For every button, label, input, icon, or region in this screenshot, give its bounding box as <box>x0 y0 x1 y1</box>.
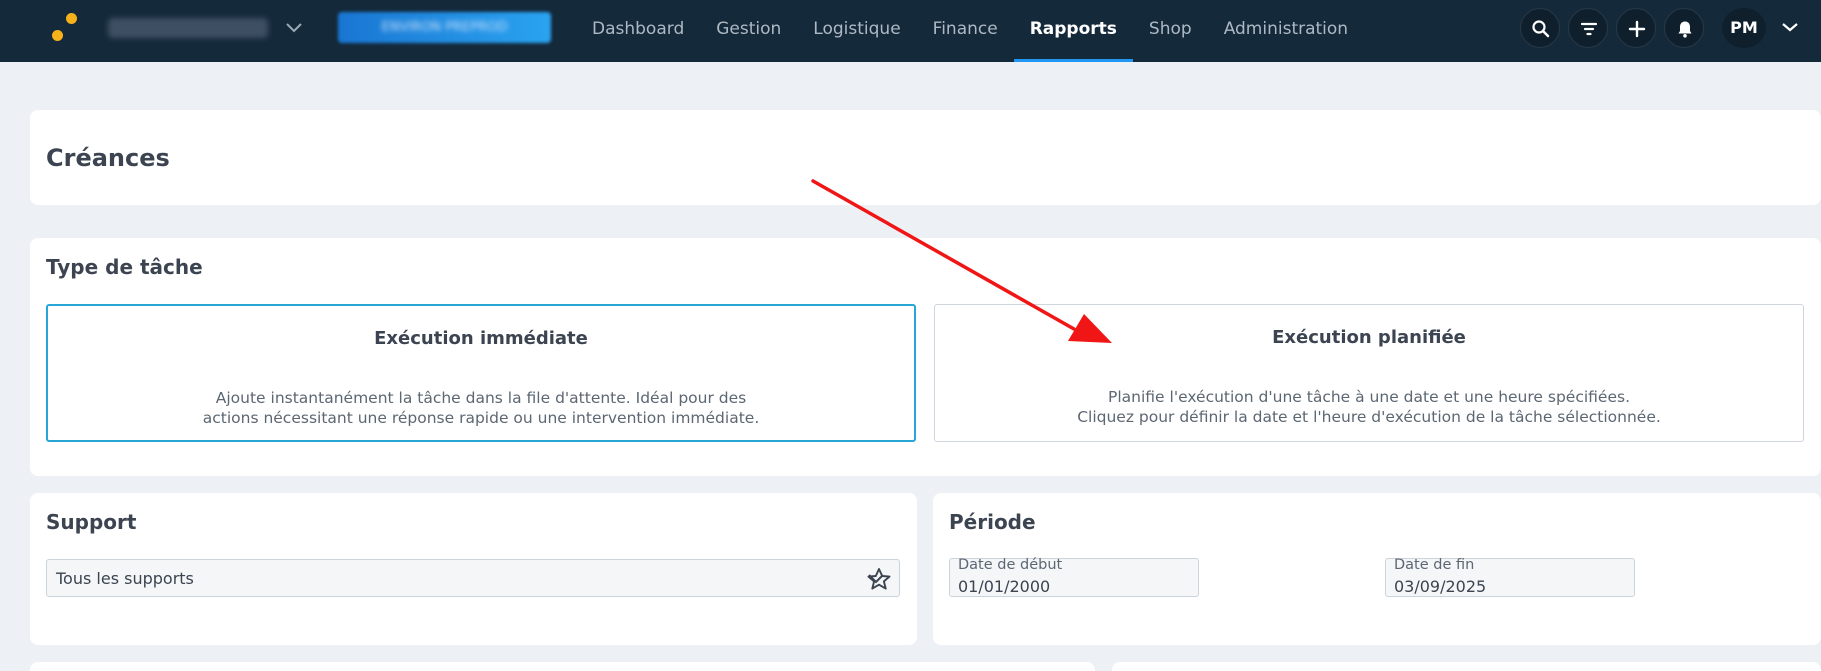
end-date-label: Date de fin <box>1394 557 1475 573</box>
app-logo[interactable] <box>48 10 82 44</box>
option-immediate-title: Exécution immédiate <box>374 328 588 349</box>
filter-button[interactable] <box>1568 8 1608 48</box>
option-scheduled-execution[interactable]: Exécution planifiée Planifie l'exécution… <box>934 304 1804 442</box>
main-nav: Dashboard Gestion Logistique Finance Rap… <box>576 0 1364 62</box>
option-immediate-description-line1: Ajoute instantanément la tâche dans la f… <box>215 389 747 407</box>
page-title: Créances <box>46 144 170 172</box>
favorite-star-button[interactable] <box>864 566 894 592</box>
nav-item-shop[interactable]: Shop <box>1133 0 1208 62</box>
search-icon <box>1532 20 1550 38</box>
start-date-value: 01/01/2000 <box>958 577 1051 596</box>
option-immediate-description-line2: actions nécessitant une réponse rapide o… <box>202 409 760 427</box>
support-title: Support <box>46 510 137 534</box>
user-avatar[interactable]: PM <box>1722 8 1766 48</box>
nav-item-administration[interactable]: Administration <box>1208 0 1364 62</box>
top-navigation-bar: ENVIRON PREPROD Dashboard Gestion Logist… <box>0 0 1821 62</box>
star-icon <box>867 568 891 590</box>
chevron-down-icon[interactable] <box>1778 14 1802 40</box>
company-name-blurred[interactable] <box>108 18 268 38</box>
nav-item-rapports[interactable]: Rapports <box>1013 0 1133 62</box>
environment-badge-label: ENVIRON PREPROD <box>381 20 508 35</box>
nav-item-gestion[interactable]: Gestion <box>700 0 797 62</box>
period-title: Période <box>949 510 1036 534</box>
option-scheduled-description-line1: Planifie l'exécution d'une tâche à une d… <box>1108 388 1630 406</box>
notifications-button[interactable] <box>1664 8 1704 48</box>
add-button[interactable] <box>1616 8 1656 48</box>
option-scheduled-description-line2: Cliquez pour définir la date et l'heure … <box>1077 408 1661 426</box>
search-button[interactable] <box>1520 8 1560 48</box>
bell-icon <box>1678 21 1692 38</box>
nav-item-finance[interactable]: Finance <box>917 0 1014 62</box>
environment-badge: ENVIRON PREPROD <box>338 12 551 43</box>
support-select-value: Tous les supports <box>56 569 194 588</box>
logo-dot-bottom <box>52 30 63 41</box>
option-scheduled-title: Exécution planifiée <box>1272 327 1466 348</box>
bottom-card-left <box>30 662 1095 671</box>
option-immediate-description: Ajoute instantanément la tâche dans la f… <box>68 388 894 428</box>
option-immediate-execution[interactable]: Exécution immédiate Ajoute instantanémen… <box>46 304 916 442</box>
page-title-card: Créances <box>30 110 1821 205</box>
nav-item-dashboard[interactable]: Dashboard <box>576 0 700 62</box>
nav-item-logistique[interactable]: Logistique <box>797 0 916 62</box>
end-date-field[interactable]: Date de fin 03/09/2025 <box>1385 557 1635 597</box>
task-type-title: Type de tâche <box>46 255 203 279</box>
start-date-field[interactable]: Date de début 01/01/2000 <box>949 557 1199 597</box>
filter-icon <box>1580 22 1598 36</box>
end-date-value: 03/09/2025 <box>1394 577 1487 596</box>
chevron-down-icon[interactable] <box>282 14 306 40</box>
support-select[interactable]: Tous les supports <box>46 559 900 597</box>
start-date-label: Date de début <box>958 557 1063 573</box>
option-scheduled-description: Planifie l'exécution d'une tâche à une d… <box>955 387 1783 427</box>
bottom-card-right <box>1112 662 1821 671</box>
plus-icon <box>1628 20 1646 38</box>
logo-dot-top <box>66 13 77 24</box>
